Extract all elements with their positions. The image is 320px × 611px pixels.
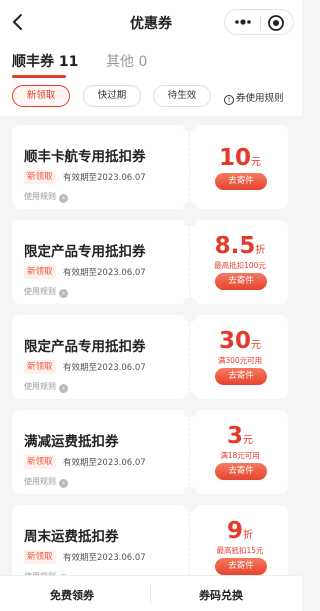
coupon-validity: 有效期至2023.06.07 [63,173,146,183]
mini-program-capsule [224,9,294,35]
usage-rules-link[interactable]: 使用规则› [24,381,68,393]
free-coupons-button[interactable]: 免费领券 [50,587,94,603]
coupon-card[interactable]: 顺丰卡航专用抵扣券 新领取 有效期至2023.06.07 使用规则 › 10元 去… [12,125,288,209]
coupon-amount-value: 8.5 [214,233,256,259]
usage-rules-link[interactable]: 使用规则› [24,191,68,203]
usage-rules-link[interactable]: 使用规则› [24,476,68,488]
arrow-right-icon: › [59,194,68,203]
usage-rules-label: 使用规则 [24,382,56,391]
coupon-info: 满减运费抵扣券 新领取 有效期至2023.06.07 使用规则 › [12,410,190,494]
send-package-button[interactable]: 去寄件 [215,273,267,290]
coupon-amount: 30元 [192,328,288,354]
coupon-info: 限定产品专用抵扣券 新领取 有效期至2023.06.07 使用规则 › [12,315,190,399]
coupon-amount-value: 30 [218,328,251,354]
top-bar: 优惠券 [0,0,302,44]
coupon-info: 限定产品专用抵扣券 新领取 有效期至2023.06.07 使用规则 › [12,220,190,304]
status-badge: 新领取 [24,170,56,184]
filter-bar: 新领取 快过期 待生效 ! 券使用规则 [0,80,302,116]
filter-pending[interactable]: 待生效 [153,85,211,107]
coupon-name: 周末运费抵扣券 [24,529,119,545]
usage-rules-label: 使用规则 [24,287,56,296]
capsule-divider [260,16,261,30]
send-package-button[interactable]: 去寄件 [215,368,267,385]
coupon-amount: 8.5折 [192,233,288,259]
coupon-amount-unit: 元 [251,340,261,351]
coupon-amount-value: 3 [226,423,243,449]
bottom-divider [150,585,151,603]
coupon-value-area: 3元 满18元可用 去寄件 [192,410,288,494]
coupon-name: 限定产品专用抵扣券 [24,339,146,355]
coupon-name: 顺丰卡航专用抵扣券 [24,149,146,165]
coupon-card[interactable]: 限定产品专用抵扣券 新领取 有效期至2023.06.07 使用规则 › 8.5折 … [12,220,288,304]
info-icon: ! [224,95,234,105]
arrow-right-icon: › [59,289,68,298]
coupon-amount: 9折 [192,518,288,544]
coupon-rules-label: 券使用规则 [236,93,284,104]
coupon-amount: 10元 [192,145,288,171]
coupon-amount-unit: 折 [243,530,253,541]
tab-other-coupons[interactable]: 其他 0 [106,51,147,71]
filter-new[interactable]: 新领取 [12,85,70,107]
status-badge: 新领取 [24,455,56,469]
coupon-card[interactable]: 限定产品专用抵扣券 新领取 有效期至2023.06.07 使用规则 › 30元 满… [12,315,288,399]
coupon-amount-value: 9 [226,518,243,544]
coupon-name: 满减运费抵扣券 [24,434,119,450]
tab-sf-coupons[interactable]: 顺丰券 11 [12,51,78,71]
coupon-rules-link[interactable]: ! 券使用规则 [224,90,284,105]
status-badge: 新领取 [24,360,56,374]
coupon-condition: 满300元可用 [217,356,263,365]
close-target-icon[interactable] [267,14,285,32]
usage-rules-label: 使用规则 [24,477,56,486]
send-package-button[interactable]: 去寄件 [215,173,267,190]
usage-rules-link[interactable]: 使用规则› [24,286,68,298]
coupon-condition: 满18元可用 [220,451,260,460]
coupon-condition: 最高抵扣15元 [216,546,264,555]
filter-expiring[interactable]: 快过期 [83,85,141,107]
send-package-button[interactable]: 去寄件 [215,463,267,480]
coupon-info: 顺丰卡航专用抵扣券 新领取 有效期至2023.06.07 使用规则 › [12,125,190,209]
arrow-right-icon: › [59,479,68,488]
usage-rules-label: 使用规则 [24,192,56,201]
coupon-value-area: 8.5折 最高抵扣100元 去寄件 [192,220,288,304]
coupon-card[interactable]: 满减运费抵扣券 新领取 有效期至2023.06.07 使用规则 › 3元 满18元… [12,410,288,494]
coupon-amount-value: 10 [218,145,251,171]
coupon-condition: 最高抵扣100元 [214,261,266,270]
redeem-code-button[interactable]: 券码兑换 [199,587,243,603]
send-package-button[interactable]: 去寄件 [215,558,267,575]
coupon-amount-unit: 元 [243,435,253,446]
arrow-right-icon: › [59,384,68,393]
coupon-amount-unit: 折 [255,245,266,256]
more-icon[interactable] [231,14,255,30]
coupon-validity: 有效期至2023.06.07 [63,553,146,563]
coupon-name: 限定产品专用抵扣券 [24,244,146,260]
active-tab-indicator [12,75,66,78]
coupon-value-area: 30元 满300元可用 去寄件 [192,315,288,399]
coupon-value-area: 10元 去寄件 [192,125,288,209]
coupon-tabs: 顺丰券 11 其他 0 [0,44,302,80]
coupon-validity: 有效期至2023.06.07 [63,458,146,468]
coupon-amount: 3元 [192,423,288,449]
coupon-validity: 有效期至2023.06.07 [63,363,146,373]
coupon-amount-unit: 元 [251,157,261,168]
status-badge: 新领取 [24,550,56,564]
bottom-action-bar: 免费领券 券码兑换 [0,575,302,611]
status-badge: 新领取 [24,265,56,279]
coupon-validity: 有效期至2023.06.07 [63,268,146,278]
